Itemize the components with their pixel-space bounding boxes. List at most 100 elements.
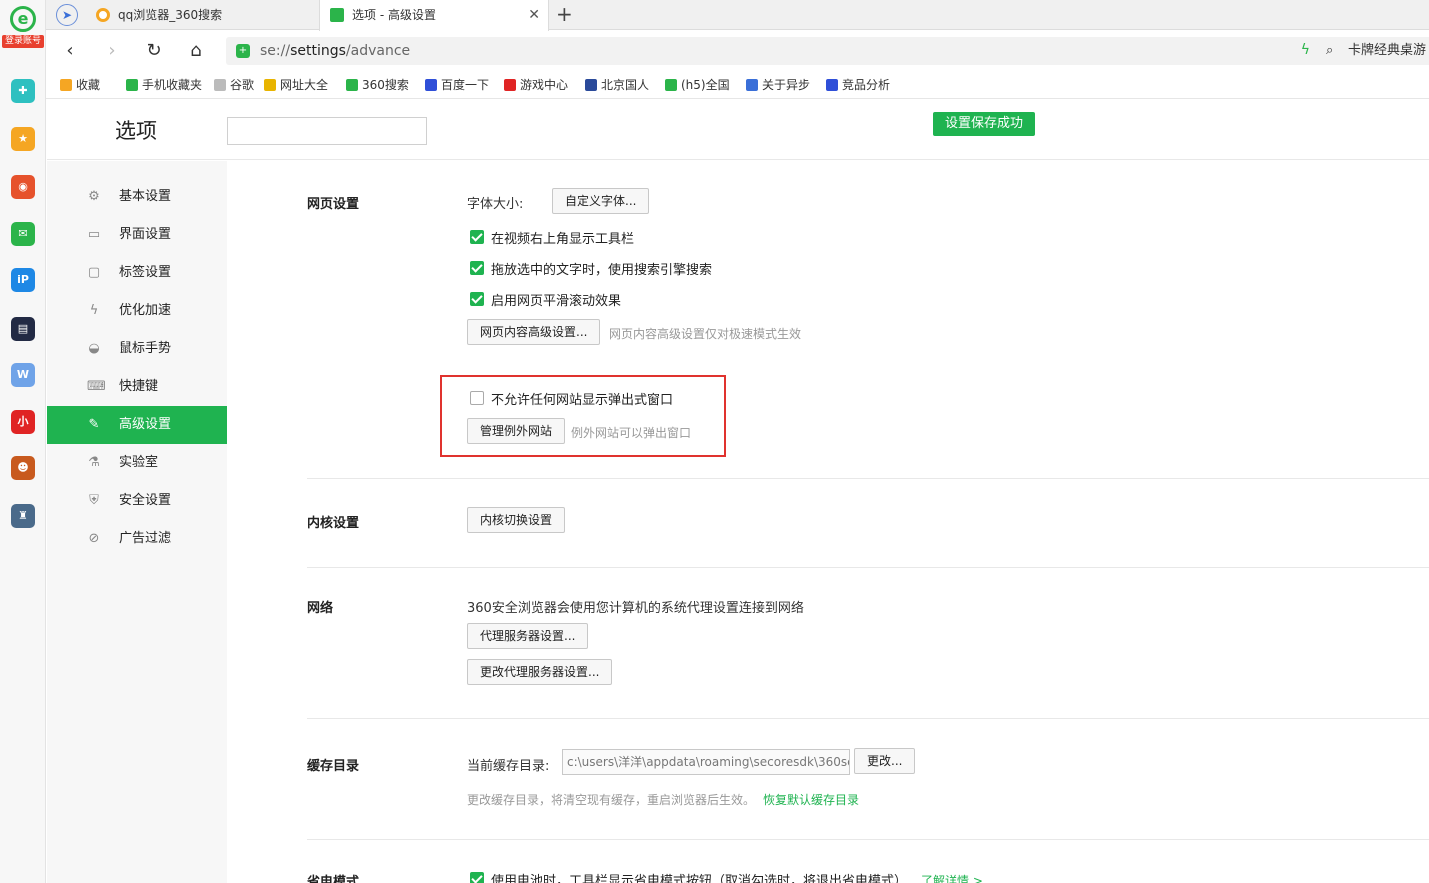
bookmark-label: 百度一下 bbox=[441, 78, 490, 92]
exceptions-hint: 例外网站可以弹出窗口 bbox=[571, 426, 692, 440]
speed-mode-icon[interactable]: ϟ bbox=[1301, 42, 1310, 58]
sidebar-item-label: 高级设置 bbox=[119, 417, 172, 432]
close-icon[interactable]: ✕ bbox=[528, 0, 540, 30]
power-mode-checkbox[interactable] bbox=[470, 872, 484, 883]
navigation-compass-icon[interactable]: ➤ bbox=[56, 4, 78, 26]
bookmark-label: 360搜索 bbox=[362, 78, 409, 92]
sidebar-item[interactable]: ✎ 高级设置 bbox=[47, 406, 227, 444]
bookmark-icon bbox=[126, 79, 138, 91]
bookmark-label: 收藏 bbox=[76, 78, 101, 92]
tab-settings[interactable]: 选项 - 高级设置 ✕ bbox=[319, 0, 549, 31]
back-button[interactable]: ‹ bbox=[58, 39, 82, 63]
sidebar-item[interactable]: ▢ 标签设置 bbox=[47, 254, 227, 292]
sidebar-item-label: 界面设置 bbox=[119, 227, 172, 242]
sidebar-item[interactable]: ⛨ 安全设置 bbox=[47, 482, 227, 520]
cache-dir-label: 当前缓存目录: bbox=[467, 759, 550, 774]
bookmark-icon bbox=[346, 79, 358, 91]
bookmark-item[interactable]: 关于异步 bbox=[746, 71, 810, 99]
forward-button[interactable]: › bbox=[100, 39, 124, 63]
gear-icon: ⚙ bbox=[88, 189, 100, 204]
power-mode-label: 使用电池时，工具栏显示省电模式按钮（取消勾选时，将退出省电模式） bbox=[491, 874, 908, 883]
star-icon[interactable]: ★ bbox=[11, 127, 35, 151]
security-shield-icon: + bbox=[236, 44, 250, 58]
mouse-icon: ◒ bbox=[88, 341, 100, 356]
video-toolbar-label: 在视频右上角显示工具栏 bbox=[491, 232, 635, 247]
content-advanced-button[interactable]: 网页内容高级设置... bbox=[467, 319, 601, 345]
settings-wrench-icon bbox=[330, 8, 344, 22]
ip-icon[interactable]: iP bbox=[11, 268, 35, 292]
bookmark-item[interactable]: 百度一下 bbox=[425, 71, 489, 99]
bookmark-icon bbox=[214, 79, 226, 91]
drag-search-label: 拖放选中的文字时，使用搜索引擎搜索 bbox=[491, 263, 713, 278]
bookmark-label: 北京国人 bbox=[601, 78, 650, 92]
sidebar-item[interactable]: ⚙ 基本设置 bbox=[47, 178, 227, 216]
search-box[interactable]: ⌕ 卡牌经典桌游 bbox=[1318, 37, 1429, 65]
video-toolbar-checkbox[interactable] bbox=[470, 230, 484, 244]
bookmark-icon bbox=[665, 79, 677, 91]
kernel-switch-button[interactable]: 内核切换设置 bbox=[467, 507, 566, 533]
sidebar-item-label: 标签设置 bbox=[119, 265, 172, 280]
bookmark-item[interactable]: 手机收藏夹 bbox=[126, 71, 202, 99]
bookmark-item[interactable]: 360搜索 bbox=[346, 71, 409, 99]
change-proxy-button[interactable]: 更改代理服务器设置... bbox=[467, 659, 613, 685]
account-logo[interactable]: e 登录账号 bbox=[2, 6, 44, 56]
smooth-scroll-checkbox[interactable] bbox=[470, 292, 484, 306]
sidebar-item[interactable]: ϟ 优化加速 bbox=[47, 292, 227, 330]
mail-icon[interactable]: ✉ bbox=[11, 222, 35, 246]
popup-block-checkbox[interactable] bbox=[470, 391, 484, 405]
home-button[interactable]: ⌂ bbox=[184, 39, 208, 63]
proxy-settings-button[interactable]: 代理服务器设置... bbox=[467, 623, 589, 649]
custom-font-button[interactable]: 自定义字体... bbox=[552, 188, 650, 214]
bookmark-label: 关于异步 bbox=[762, 78, 811, 92]
sidebar-item[interactable]: ⌨ 快捷键 bbox=[47, 368, 227, 406]
bookmark-item[interactable]: (h5)全国 bbox=[665, 71, 730, 99]
smooth-scroll-label: 启用网页平滑滚动效果 bbox=[491, 294, 622, 309]
news-icon[interactable]: ▤ bbox=[11, 317, 35, 341]
manage-exceptions-button[interactable]: 管理例外网站 bbox=[467, 418, 566, 444]
sidebar-item-label: 快捷键 bbox=[119, 379, 159, 394]
game-icon[interactable]: ☻ bbox=[11, 456, 35, 480]
medical-cross-icon[interactable]: ✚ bbox=[11, 79, 35, 103]
bookmark-item[interactable]: 收藏 bbox=[60, 71, 100, 99]
sidebar-item[interactable]: ⊘ 广告过滤 bbox=[47, 520, 227, 558]
learn-more-link[interactable]: 了解详情 > bbox=[921, 872, 983, 883]
sidebar-item[interactable]: ▭ 界面设置 bbox=[47, 216, 227, 254]
url-text[interactable]: se://settings/advance bbox=[260, 37, 410, 65]
bookmark-item[interactable]: 网址大全 bbox=[264, 71, 328, 99]
new-tab-button[interactable]: + bbox=[556, 0, 573, 28]
game2-icon[interactable]: ♜ bbox=[11, 504, 35, 528]
settings-search-input[interactable] bbox=[227, 117, 427, 145]
weibo-icon[interactable]: ◉ bbox=[11, 175, 35, 199]
address-bar[interactable]: + se://settings/advance ϟ ⌄ bbox=[226, 37, 1350, 65]
change-cache-button[interactable]: 更改... bbox=[854, 748, 916, 774]
login-label[interactable]: 登录账号 bbox=[2, 35, 44, 48]
reload-button[interactable]: ↻ bbox=[142, 39, 166, 63]
flask-icon: ⚗ bbox=[88, 455, 100, 470]
section-title-network: 网络 bbox=[307, 601, 334, 616]
section-title-power: 省电模式 bbox=[307, 875, 360, 883]
wrench-icon: ✎ bbox=[88, 417, 100, 432]
bookmark-label: 游戏中心 bbox=[520, 78, 569, 92]
sidebar-item-label: 实验室 bbox=[119, 455, 159, 470]
sidebar-item[interactable]: ⚗ 实验室 bbox=[47, 444, 227, 482]
bookmark-item[interactable]: 竞品分析 bbox=[826, 71, 890, 99]
document-icon[interactable]: W bbox=[11, 363, 35, 387]
address-row: ‹ › ↻ ⌂ + se://settings/advance ϟ ⌄ ⌕ 卡牌… bbox=[46, 31, 1429, 71]
bookmark-item[interactable]: 谷歌 bbox=[214, 71, 254, 99]
shield-icon: ⛨ bbox=[89, 493, 99, 508]
section-title-webpage: 网页设置 bbox=[307, 197, 360, 212]
cache-path-field[interactable]: c:\users\洋洋\appdata\roaming\secoresdk\36… bbox=[562, 749, 850, 775]
sidebar-item-label: 基本设置 bbox=[119, 189, 172, 204]
tab-search[interactable]: qq浏览器_360搜索 bbox=[86, 0, 316, 30]
bookmark-icon bbox=[826, 79, 838, 91]
bookmark-item[interactable]: 游戏中心 bbox=[504, 71, 568, 99]
section-title-kernel: 内核设置 bbox=[307, 516, 360, 531]
highlight-box bbox=[440, 375, 726, 457]
drag-search-checkbox[interactable] bbox=[470, 261, 484, 275]
xiaohongshu-icon[interactable]: 小 bbox=[11, 410, 35, 434]
restore-cache-link[interactable]: 恢复默认缓存目录 bbox=[763, 791, 859, 808]
bookmark-label: 网址大全 bbox=[280, 78, 329, 92]
sidebar-item[interactable]: ◒ 鼠标手势 bbox=[47, 330, 227, 368]
bookmark-item[interactable]: 北京国人 bbox=[585, 71, 649, 99]
sidebar-item-label: 优化加速 bbox=[119, 303, 172, 318]
